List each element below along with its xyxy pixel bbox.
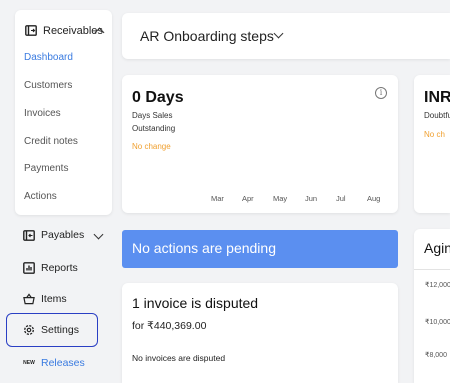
sidebar-item-settings[interactable]: Settings (23, 324, 79, 336)
month-label: Mar (211, 194, 224, 203)
month-label: Apr (242, 194, 254, 203)
sidebar-item-items[interactable]: Items (23, 293, 67, 305)
month-label: Jul (336, 194, 346, 203)
sidebar-item-payables[interactable]: Payables (23, 229, 84, 241)
items-label: Items (41, 293, 67, 305)
releases-label: Releases (41, 357, 85, 369)
month-label: Jun (305, 194, 318, 203)
sidebar-item-reports[interactable]: Reports (23, 262, 78, 274)
reports-icon (23, 262, 35, 274)
new-badge: NEW (23, 360, 35, 366)
receivables-icon (24, 24, 37, 37)
dropdown-label: AR Onboarding steps (140, 28, 274, 44)
chevron-down-icon (273, 28, 284, 39)
sidebar-item-invoices[interactable]: Invoices (24, 108, 61, 119)
month-label: May (273, 194, 288, 203)
info-icon[interactable]: i (375, 87, 387, 99)
sidebar-item-releases[interactable]: NEW Releases (23, 357, 85, 369)
dso-card: 0 Days Days Sales Outstanding No change … (122, 75, 398, 213)
aging-title: Agin (424, 240, 450, 256)
aging-tick-label: ₹12,000 (425, 282, 450, 289)
actions-banner-text: No actions are pending (132, 240, 276, 256)
sidebar-item-dashboard[interactable]: Dashboard (24, 52, 73, 63)
payables-label: Payables (41, 229, 85, 241)
disputes-card: 1 invoice is disputed for ₹440,369.00 No… (122, 283, 398, 383)
doubtful-card: INR Doubtfu No ch (414, 75, 450, 213)
doubtful-value: INR (424, 89, 450, 106)
receivables-header[interactable]: Receivables (24, 24, 103, 37)
reports-label: Reports (41, 262, 78, 274)
aging-tick-label: ₹8,000 (425, 352, 447, 359)
dso-change: No change (132, 142, 171, 151)
doubtful-change: No ch (424, 130, 445, 139)
chevron-down-icon[interactable] (93, 229, 104, 240)
payables-icon (23, 229, 35, 241)
disputes-amount: for ₹440,369.00 (132, 320, 207, 332)
receivables-label: Receivables (43, 24, 103, 37)
sidebar-item-credit-notes[interactable]: Credit notes (24, 136, 78, 147)
divider (414, 269, 450, 270)
receivables-section: Receivables Dashboard Customers Invoices… (15, 10, 112, 215)
basket-icon (23, 293, 35, 305)
settings-label: Settings (41, 324, 79, 336)
aging-tick-label: ₹10,000 (425, 319, 450, 326)
sidebar-item-payments[interactable]: Payments (24, 163, 68, 174)
dso-value: 0 Days (132, 89, 184, 106)
gear-icon (23, 324, 35, 336)
disputes-note: No invoices are disputed (132, 353, 226, 363)
sidebar-item-actions[interactable]: Actions (24, 191, 57, 202)
onboarding-dropdown[interactable]: AR Onboarding steps (122, 13, 450, 59)
sidebar-item-customers[interactable]: Customers (24, 80, 72, 91)
actions-banner[interactable]: No actions are pending (122, 230, 398, 268)
dso-label-line2: Outstanding (132, 124, 176, 133)
disputes-title: 1 invoice is disputed (132, 295, 259, 311)
month-label: Aug (367, 194, 381, 203)
dso-label-line1: Days Sales (132, 111, 173, 120)
doubtful-label: Doubtfu (424, 111, 450, 120)
aging-card: Agin ₹12,000 ₹10,000 ₹8,000 (414, 229, 450, 383)
